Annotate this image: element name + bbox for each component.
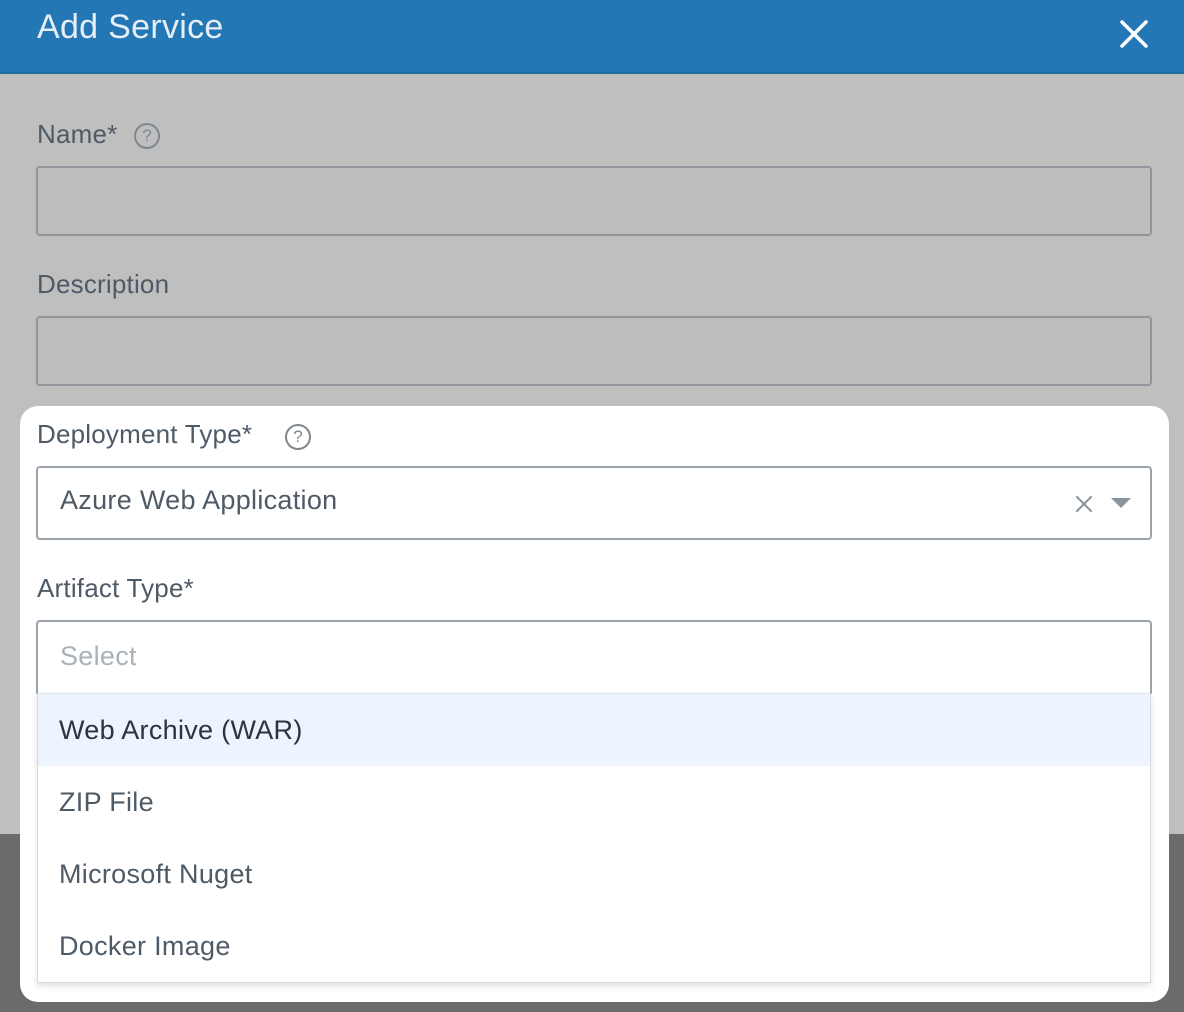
menu-option-zip-file[interactable]: ZIP File bbox=[38, 766, 1150, 838]
close-icon[interactable] bbox=[1110, 10, 1158, 58]
artifact-type-select[interactable]: Select bbox=[36, 620, 1152, 694]
name-label: Name* bbox=[37, 119, 118, 149]
question-circle-icon[interactable]: ? bbox=[285, 424, 311, 450]
question-circle-icon[interactable]: ? bbox=[134, 123, 160, 149]
menu-option-web-archive[interactable]: Web Archive (WAR) bbox=[38, 694, 1150, 766]
deployment-type-value: Azure Web Application bbox=[60, 485, 338, 515]
artifact-type-placeholder: Select bbox=[60, 641, 137, 671]
add-service-dialog: Add Service Name* ? Description Deployme… bbox=[0, 0, 1184, 1012]
artifact-type-menu: Web Archive (WAR) ZIP File Microsoft Nug… bbox=[37, 693, 1151, 983]
dialog-header: Add Service bbox=[0, 0, 1184, 74]
menu-option-docker-image[interactable]: Docker Image bbox=[38, 910, 1150, 982]
dialog-title: Add Service bbox=[37, 8, 224, 46]
menu-option-microsoft-nuget[interactable]: Microsoft Nuget bbox=[38, 838, 1150, 910]
artifact-type-label: Artifact Type* bbox=[37, 573, 194, 603]
name-input[interactable] bbox=[36, 166, 1152, 236]
clear-x-icon[interactable] bbox=[1072, 492, 1096, 516]
description-label: Description bbox=[37, 269, 170, 299]
deployment-type-label: Deployment Type* bbox=[37, 419, 253, 449]
deployment-type-select[interactable]: Azure Web Application bbox=[36, 466, 1152, 540]
caret-down-icon[interactable] bbox=[1110, 496, 1132, 510]
description-input[interactable] bbox=[36, 316, 1152, 386]
